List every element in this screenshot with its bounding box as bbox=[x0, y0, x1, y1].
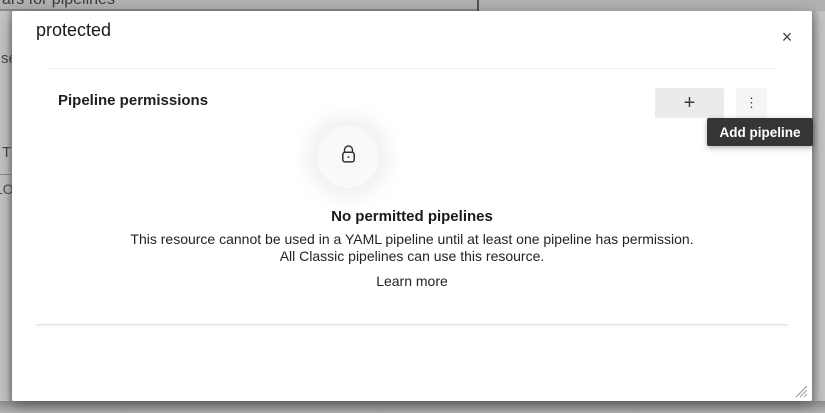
background-text-fragment: LO bbox=[0, 181, 12, 197]
background-right-strip bbox=[812, 11, 825, 401]
background-text-fragment: se bbox=[1, 50, 12, 67]
background-top-strip: ars for pipelines bbox=[0, 0, 825, 11]
background-bottom-strip bbox=[0, 401, 825, 413]
close-icon: × bbox=[782, 28, 793, 46]
plus-icon: + bbox=[684, 92, 696, 115]
empty-state-illustration bbox=[317, 126, 379, 188]
background-clipped-text: ars for pipelines bbox=[2, 0, 115, 9]
resize-grip-icon[interactable] bbox=[793, 383, 808, 398]
lock-icon bbox=[340, 145, 357, 169]
empty-state: No permitted pipelines This resource can… bbox=[62, 207, 762, 291]
add-pipeline-button[interactable]: + bbox=[655, 88, 724, 118]
pipeline-permissions-dialog: protected × Pipeline permissions + ⋮ Add… bbox=[12, 11, 812, 401]
header-separator bbox=[47, 68, 777, 69]
close-button[interactable]: × bbox=[774, 24, 800, 50]
background-divider bbox=[0, 174, 12, 175]
empty-state-description-line: This resource cannot be used in a YAML p… bbox=[62, 231, 762, 248]
background-left-strip: se T LO bbox=[0, 11, 12, 401]
more-options-icon: ⋮ bbox=[745, 95, 758, 111]
panel-heading: Pipeline permissions bbox=[58, 92, 208, 109]
background-column-divider bbox=[477, 0, 479, 11]
more-options-button[interactable]: ⋮ bbox=[736, 88, 767, 118]
learn-more-link[interactable]: Learn more bbox=[376, 273, 448, 289]
dialog-title: protected bbox=[36, 20, 111, 41]
add-pipeline-tooltip: Add pipeline bbox=[707, 118, 813, 146]
background-text-fragment: T bbox=[2, 144, 11, 161]
panel-bottom-edge bbox=[36, 324, 788, 325]
empty-state-description-line: All Classic pipelines can use this resou… bbox=[62, 248, 762, 265]
empty-state-title: No permitted pipelines bbox=[62, 207, 762, 226]
screen: ars for pipelines se T LO protected × Pi… bbox=[0, 0, 825, 413]
